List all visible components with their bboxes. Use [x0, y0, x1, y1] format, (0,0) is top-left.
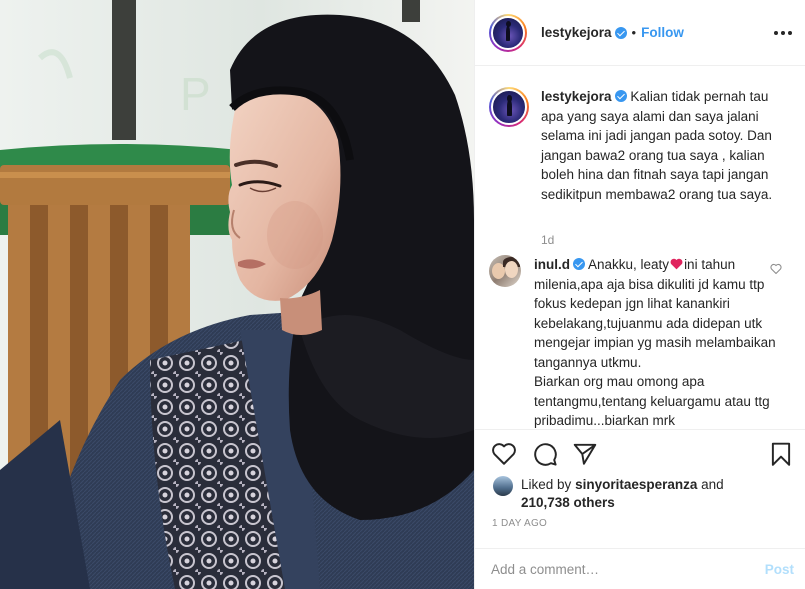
caption-author-avatar[interactable] [489, 87, 529, 127]
caption: lestykejora Kalian tidak pernah tau apa … [489, 87, 799, 204]
post-actions-bar [475, 429, 805, 475]
post-comment-button[interactable]: Post [765, 562, 794, 577]
commenter-avatar[interactable] [489, 255, 521, 287]
separator-dot: • [631, 25, 637, 40]
red-heart-emoji-icon [670, 258, 683, 270]
comment-input[interactable] [491, 561, 741, 577]
add-comment-bar: Post [475, 548, 805, 589]
comment-username[interactable]: inul.d [534, 257, 570, 272]
likes-text: Liked by sinyoritaesperanza and 210,738 … [521, 476, 761, 512]
likes-prefix: Liked by [521, 477, 572, 492]
comment-like-heart-icon[interactable] [770, 263, 782, 275]
comment-text-part3: Biarkan org mau omong apa tentangmu,tent… [534, 374, 770, 428]
post-date[interactable]: 1 DAY AGO [492, 518, 547, 529]
liker-username[interactable]: sinyoritaesperanza [575, 477, 697, 492]
post-detail-panel: lestykejora • Follow lestykejora Kalian … [474, 0, 805, 589]
svg-text:P: P [180, 68, 211, 120]
liker-avatar[interactable] [493, 476, 513, 496]
post-header: lestykejora • Follow [475, 0, 805, 66]
author-avatar[interactable] [489, 13, 527, 52]
paper-plane-icon[interactable] [572, 441, 598, 467]
heart-outline-icon[interactable] [491, 441, 517, 467]
caption-timestamp[interactable]: 1d [541, 233, 554, 247]
comment-text-part1: Anakku, leaty [588, 257, 670, 272]
bookmark-icon[interactable] [768, 441, 794, 467]
caption-username[interactable]: lestykejora [541, 89, 612, 104]
comment-bubble-icon[interactable] [532, 441, 558, 467]
caption-body: lestykejora Kalian tidak pernah tau apa … [541, 87, 785, 204]
comment-item: inul.d Anakku, leaty ini tahun milenia,ap… [489, 255, 799, 428]
follow-button[interactable]: Follow [641, 25, 684, 40]
more-options-icon[interactable] [774, 24, 792, 42]
post-photo[interactable]: P [0, 0, 474, 589]
verified-badge-icon [573, 258, 585, 270]
comments-section[interactable]: lestykejora Kalian tidak pernah tau apa … [475, 67, 805, 428]
post-photo-illustration: P [0, 0, 474, 589]
likes-summary: Liked by sinyoritaesperanza and 210,738 … [493, 476, 724, 510]
comment-body: inul.d Anakku, leaty ini tahun milenia,ap… [534, 255, 784, 428]
verified-badge-icon [614, 26, 627, 39]
caption-text: Kalian tidak pernah tau apa yang saya al… [541, 89, 773, 202]
author-username[interactable]: lestykejora [541, 25, 612, 40]
comment-text-part2: ini tahun milenia,apa aja bisa dikuliti … [534, 257, 776, 370]
likes-and: and [701, 477, 724, 492]
likes-count[interactable]: 210,738 others [521, 495, 615, 510]
verified-badge-icon [614, 90, 627, 102]
